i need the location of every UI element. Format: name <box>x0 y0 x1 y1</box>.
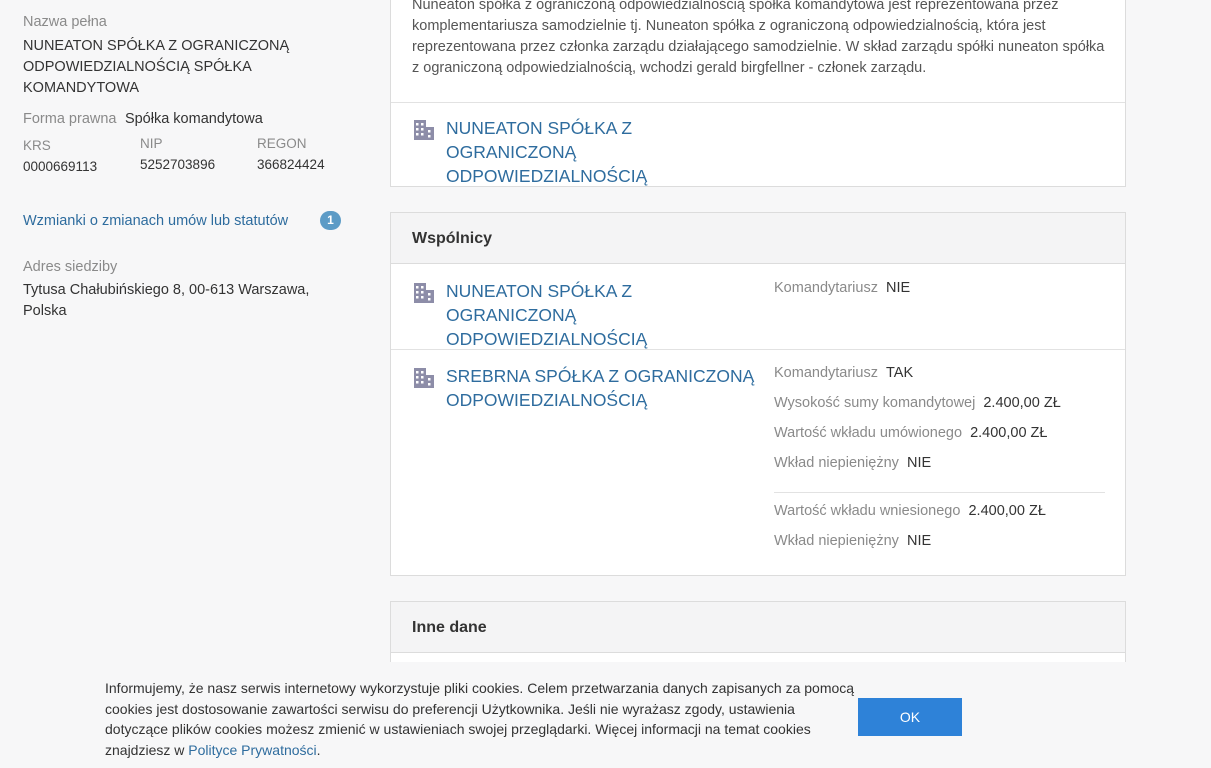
changes-link[interactable]: Wzmianki o zmianach umów lub statutów <box>23 213 288 229</box>
partner-attr: Wkład niepieniężny NIE <box>774 455 931 471</box>
partner-attr: Wartość wkładu wniesionego 2.400,00 ZŁ <box>774 503 1046 519</box>
building-icon <box>414 283 434 303</box>
komandytariusz-label: Komandytariusz <box>774 365 878 381</box>
partner-attr: Komandytariusz NIE <box>774 280 910 296</box>
privacy-policy-link[interactable]: Polityce Prywatności <box>188 742 316 758</box>
umowiony-value: 2.400,00 ZŁ <box>970 425 1048 441</box>
niepieniezny-value: NIE <box>906 533 932 549</box>
partners-card: Wspólnicy NUNEATON SPÓŁKA Z OGRANICZONĄ … <box>390 212 1126 576</box>
partner-attr: Wartość wkładu umówionego 2.400,00 ZŁ <box>774 425 1047 441</box>
cookie-ok-button[interactable]: OK <box>858 698 962 736</box>
representation-description: Nuneaton spółka z ograniczoną odpowiedzi… <box>412 0 1105 76</box>
niepieniezny-label: Wkład niepieniężny <box>774 533 899 549</box>
address-value: Tytusa Chałubińskiego 8, 00-613 Warszawa… <box>23 282 310 319</box>
representation-card: Nuneaton spółka z ograniczoną odpowiedzi… <box>390 0 1126 187</box>
niepieniezny-value: NIE <box>906 455 932 471</box>
cookie-text: Informujemy, że nasz serwis internetowy … <box>105 678 855 760</box>
partner-attr: Wkład niepieniężny NIE <box>774 533 931 549</box>
nip-label: NIP <box>140 136 163 151</box>
regon-label: REGON <box>257 136 307 151</box>
divider <box>391 349 1125 350</box>
full-name-value: NUNEATON SPÓŁKA Z OGRANICZONĄ ODPOWIEDZI… <box>23 38 290 96</box>
partner-attr: Komandytariusz TAK <box>774 365 913 381</box>
changes-count-badge: 1 <box>320 211 341 230</box>
cookie-banner: Informujemy, że nasz serwis internetowy … <box>0 662 1211 768</box>
legal-form-value: Spółka komandytowa <box>124 111 263 127</box>
building-icon <box>414 120 434 140</box>
wniesiony-label: Wartość wkładu wniesionego <box>774 503 961 519</box>
partner-link[interactable]: NUNEATON SPÓŁKA Z OGRANICZONĄ ODPOWIEDZI… <box>446 279 766 351</box>
krs-block: KRS 0000669113 <box>23 138 97 174</box>
full-name-label: Nazwa pełna <box>23 14 107 30</box>
niepieniezny-label: Wkład niepieniężny <box>774 455 899 471</box>
legal-form: Forma prawna Spółka komandytowa <box>23 110 263 128</box>
wniesiony-value: 2.400,00 ZŁ <box>968 503 1046 519</box>
other-data-title: Inne dane <box>391 602 1125 653</box>
komandytariusz-value: TAK <box>886 365 914 381</box>
building-icon <box>414 368 434 388</box>
partner-row: SREBRNA SPÓŁKA Z OGRANICZONĄ ODPOWIEDZIA… <box>413 364 766 412</box>
representation-entity: NUNEATON SPÓŁKA Z OGRANICZONĄ ODPOWIEDZI… <box>413 116 766 188</box>
partners-title: Wspólnicy <box>391 213 1125 264</box>
suma-label: Wysokość sumy komandytowej <box>774 395 976 411</box>
komandytariusz-label: Komandytariusz <box>774 280 878 296</box>
krs-label: KRS <box>23 138 51 153</box>
krs-value: 0000669113 <box>23 159 98 174</box>
representation-entity-link[interactable]: NUNEATON SPÓŁKA Z OGRANICZONĄ ODPOWIEDZI… <box>446 116 766 188</box>
nip-block: NIP 5252703896 <box>140 136 215 172</box>
legal-form-label: Forma prawna <box>23 111 117 127</box>
nip-value: 5252703896 <box>140 157 216 172</box>
komandytariusz-value: NIE <box>886 280 911 296</box>
suma-value: 2.400,00 ZŁ <box>983 395 1061 411</box>
partner-link[interactable]: SREBRNA SPÓŁKA Z OGRANICZONĄ ODPOWIEDZIA… <box>446 364 766 412</box>
regon-value: 366824424 <box>257 157 325 172</box>
divider <box>391 102 1125 103</box>
divider <box>774 492 1105 493</box>
regon-block: REGON 366824424 <box>257 136 325 172</box>
umowiony-label: Wartość wkładu umówionego <box>774 425 963 441</box>
partner-attr: Wysokość sumy komandytowej 2.400,00 ZŁ <box>774 395 1061 411</box>
partner-row: NUNEATON SPÓŁKA Z OGRANICZONĄ ODPOWIEDZI… <box>413 279 766 351</box>
cookie-end: . <box>316 741 321 758</box>
address-label: Adres siedziby <box>23 259 118 275</box>
